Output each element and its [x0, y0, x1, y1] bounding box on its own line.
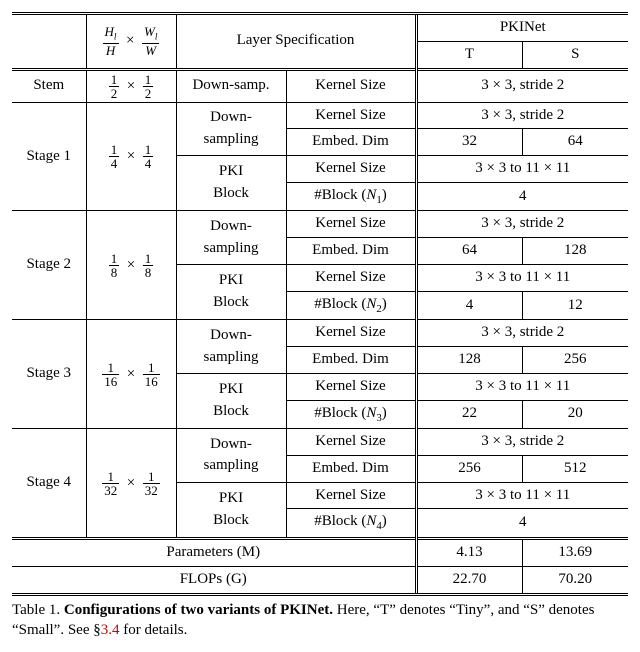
ds-label: Down-sampling	[176, 211, 286, 265]
caption-ref[interactable]: 3.4	[101, 622, 120, 638]
ds-k-lbl: Kernel Size	[286, 102, 416, 129]
ds-e-t: 128	[416, 347, 522, 374]
flops-row: FLOPs (G) 22.70 70.20	[12, 566, 628, 594]
pkinet-config-table: HlH × WlW Layer Specification PKINet T S…	[12, 12, 628, 596]
ds-e-t: 32	[416, 129, 522, 156]
stage-ratio: 14 × 14	[86, 102, 176, 211]
ds-k-val: 3 × 3, stride 2	[416, 102, 628, 129]
pki-k-val: 3 × 3 to 11 × 11	[416, 373, 628, 400]
ds-e-lbl: Embed. Dim	[286, 238, 416, 265]
params-t: 4.13	[416, 539, 522, 567]
pki-n-t: 22	[416, 400, 522, 429]
header-layer-spec: Layer Specification	[176, 14, 416, 70]
table-caption: Table 1. Configurations of two variants …	[12, 600, 628, 641]
stem-attr: Kernel Size	[286, 69, 416, 102]
caption-bold: Configurations of two variants of PKINet…	[64, 602, 333, 618]
ds-k-val: 3 × 3, stride 2	[416, 211, 628, 238]
stage-name: Stage 1	[12, 102, 86, 211]
pki-n-s: 20	[522, 400, 628, 429]
pki-n-lbl: #Block (N3)	[286, 400, 416, 429]
ds-k-lbl: Kernel Size	[286, 211, 416, 238]
ds-e-lbl: Embed. Dim	[286, 455, 416, 482]
pki-k-val: 3 × 3 to 11 × 11	[416, 264, 628, 291]
stage-ratio: 18 × 18	[86, 211, 176, 320]
pki-label: PKIBlock	[176, 482, 286, 538]
stem-val: 3 × 3, stride 2	[416, 69, 628, 102]
ds-label: Down-sampling	[176, 429, 286, 483]
stem-component: Down-samp.	[176, 69, 286, 102]
params-label: Parameters (M)	[12, 539, 416, 567]
params-row: Parameters (M) 4.13 13.69	[12, 539, 628, 567]
pki-label: PKIBlock	[176, 156, 286, 211]
table-row: Stage 2 18 × 18 Down-sampling Kernel Siz…	[12, 211, 628, 238]
table-row: Stage 1 14 × 14 Down-sampling Kernel Siz…	[12, 102, 628, 129]
stem-ratio: 12 × 12	[86, 69, 176, 102]
header-ratio: HlH × WlW	[86, 14, 176, 70]
flops-s: 70.20	[522, 566, 628, 594]
pki-n-lbl: #Block (N1)	[286, 182, 416, 211]
ds-k-val: 3 × 3, stride 2	[416, 429, 628, 456]
flops-label: FLOPs (G)	[12, 566, 416, 594]
ds-k-lbl: Kernel Size	[286, 429, 416, 456]
pki-n-lbl: #Block (N4)	[286, 509, 416, 539]
pki-n-lbl: #Block (N2)	[286, 291, 416, 320]
stage-name: Stage 3	[12, 320, 86, 429]
pki-k-lbl: Kernel Size	[286, 373, 416, 400]
ds-e-s: 64	[522, 129, 628, 156]
table-header-row-1: HlH × WlW Layer Specification PKINet	[12, 14, 628, 42]
table-row: Stage 4 132 × 132 Down-sampling Kernel S…	[12, 429, 628, 456]
pki-k-val: 3 × 3 to 11 × 11	[416, 156, 628, 183]
ds-e-lbl: Embed. Dim	[286, 347, 416, 374]
pki-k-lbl: Kernel Size	[286, 482, 416, 509]
ds-e-t: 256	[416, 455, 522, 482]
stage-name: Stage 4	[12, 429, 86, 539]
header-pkinet: PKINet	[416, 14, 628, 42]
ds-e-s: 256	[522, 347, 628, 374]
header-s: S	[522, 41, 628, 69]
pki-n-t: 4	[416, 291, 522, 320]
stage-name: Stage 2	[12, 211, 86, 320]
ds-k-val: 3 × 3, stride 2	[416, 320, 628, 347]
header-blank	[12, 14, 86, 70]
header-t: T	[416, 41, 522, 69]
caption-tail: for details.	[119, 622, 187, 638]
stem-name: Stem	[12, 69, 86, 102]
ds-e-s: 512	[522, 455, 628, 482]
stage-ratio: 132 × 132	[86, 429, 176, 539]
pki-k-lbl: Kernel Size	[286, 264, 416, 291]
pki-n-val: 4	[416, 182, 628, 211]
pki-label: PKIBlock	[176, 264, 286, 319]
ds-e-s: 128	[522, 238, 628, 265]
pki-n-val: 4	[416, 509, 628, 539]
pki-n-s: 12	[522, 291, 628, 320]
caption-prefix: Table 1.	[12, 602, 64, 618]
flops-t: 22.70	[416, 566, 522, 594]
pki-label: PKIBlock	[176, 373, 286, 428]
ds-label: Down-sampling	[176, 102, 286, 156]
params-s: 13.69	[522, 539, 628, 567]
ds-e-lbl: Embed. Dim	[286, 129, 416, 156]
ds-k-lbl: Kernel Size	[286, 320, 416, 347]
pki-k-val: 3 × 3 to 11 × 11	[416, 482, 628, 509]
ds-e-t: 64	[416, 238, 522, 265]
stage-ratio: 116 × 116	[86, 320, 176, 429]
pki-k-lbl: Kernel Size	[286, 156, 416, 183]
ds-label: Down-sampling	[176, 320, 286, 374]
table-row: Stage 3 116 × 116 Down-sampling Kernel S…	[12, 320, 628, 347]
stem-row: Stem 12 × 12 Down-samp. Kernel Size 3 × …	[12, 69, 628, 102]
